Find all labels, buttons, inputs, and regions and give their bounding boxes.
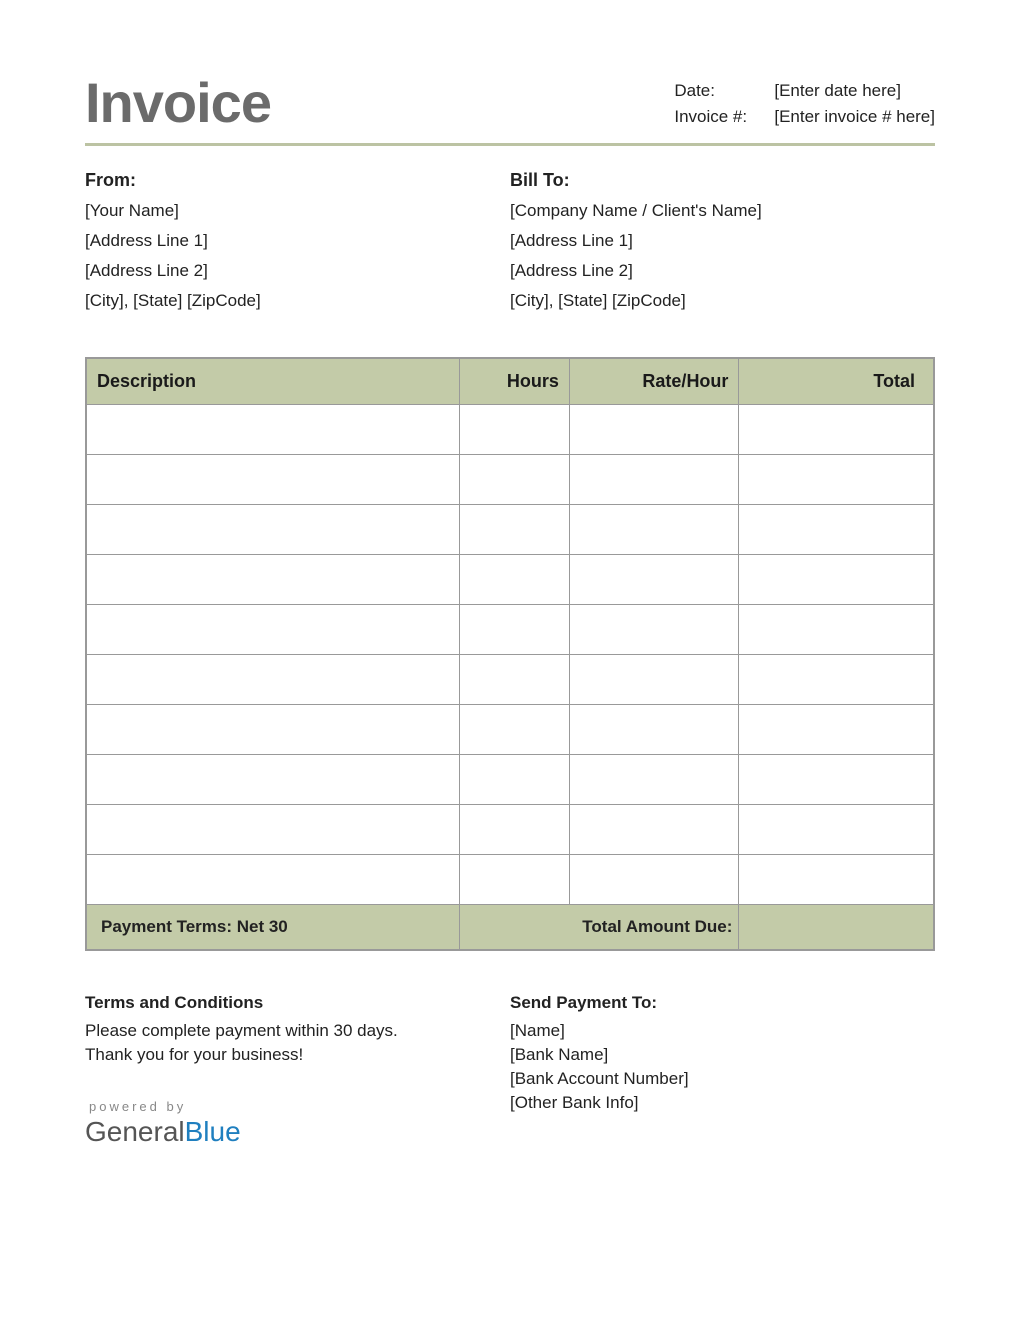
col-hours: Hours	[459, 358, 569, 405]
cell-total[interactable]	[739, 855, 934, 905]
cell-description[interactable]	[86, 755, 459, 805]
billto-name[interactable]: [Company Name / Client's Name]	[510, 201, 935, 221]
col-rate: Rate/Hour	[569, 358, 739, 405]
billto-addr2[interactable]: [Address Line 2]	[510, 261, 935, 281]
from-addr2[interactable]: [Address Line 2]	[85, 261, 510, 281]
cell-hours[interactable]	[459, 405, 569, 455]
table-row	[86, 855, 934, 905]
total-due-label: Total Amount Due:	[459, 905, 739, 951]
terms-line2: Thank you for your business!	[85, 1045, 510, 1065]
parties: From: [Your Name] [Address Line 1] [Addr…	[85, 170, 935, 321]
payto-block: Send Payment To: [Name] [Bank Name] [Ban…	[510, 993, 935, 1148]
brand-part2: Blue	[185, 1116, 241, 1147]
cell-rate[interactable]	[569, 655, 739, 705]
cell-description[interactable]	[86, 505, 459, 555]
cell-description[interactable]	[86, 855, 459, 905]
cell-rate[interactable]	[569, 505, 739, 555]
cell-rate[interactable]	[569, 705, 739, 755]
table-row	[86, 755, 934, 805]
table-row	[86, 455, 934, 505]
cell-hours[interactable]	[459, 805, 569, 855]
cell-hours[interactable]	[459, 505, 569, 555]
cell-rate[interactable]	[569, 455, 739, 505]
cell-description[interactable]	[86, 805, 459, 855]
cell-hours[interactable]	[459, 555, 569, 605]
branding: powered by GeneralBlue	[85, 1099, 510, 1148]
cell-description[interactable]	[86, 655, 459, 705]
table-row	[86, 505, 934, 555]
cell-description[interactable]	[86, 605, 459, 655]
terms-heading: Terms and Conditions	[85, 993, 510, 1013]
cell-hours[interactable]	[459, 605, 569, 655]
cell-description[interactable]	[86, 455, 459, 505]
cell-total[interactable]	[739, 455, 934, 505]
cell-hours[interactable]	[459, 755, 569, 805]
cell-total[interactable]	[739, 655, 934, 705]
invoice-number-label: Invoice #:	[674, 107, 756, 127]
col-description: Description	[86, 358, 459, 405]
table-row	[86, 805, 934, 855]
billto-addr1[interactable]: [Address Line 1]	[510, 231, 935, 251]
powered-by-label: powered by	[89, 1099, 510, 1114]
date-label: Date:	[674, 81, 756, 101]
cell-total[interactable]	[739, 555, 934, 605]
from-heading: From:	[85, 170, 510, 191]
bottom-section: Terms and Conditions Please complete pay…	[85, 993, 935, 1148]
invoice-title: Invoice	[85, 70, 271, 135]
cell-rate[interactable]	[569, 805, 739, 855]
table-row	[86, 605, 934, 655]
payto-heading: Send Payment To:	[510, 993, 935, 1013]
cell-rate[interactable]	[569, 605, 739, 655]
from-block: From: [Your Name] [Address Line 1] [Addr…	[85, 170, 510, 321]
cell-rate[interactable]	[569, 405, 739, 455]
billto-heading: Bill To:	[510, 170, 935, 191]
table-footer-row: Payment Terms: Net 30 Total Amount Due:	[86, 905, 934, 951]
invoice-number-value[interactable]: [Enter invoice # here]	[774, 107, 935, 127]
billto-city[interactable]: [City], [State] [ZipCode]	[510, 291, 935, 311]
cell-rate[interactable]	[569, 755, 739, 805]
col-total: Total	[739, 358, 934, 405]
invoice-meta: Date: [Enter date here] Invoice #: [Ente…	[674, 81, 935, 135]
brand-part1: General	[85, 1116, 185, 1147]
cell-hours[interactable]	[459, 705, 569, 755]
from-name[interactable]: [Your Name]	[85, 201, 510, 221]
table-row	[86, 555, 934, 605]
from-addr1[interactable]: [Address Line 1]	[85, 231, 510, 251]
date-value[interactable]: [Enter date here]	[774, 81, 901, 101]
total-due-value	[739, 905, 934, 951]
table-row	[86, 655, 934, 705]
table-row	[86, 405, 934, 455]
cell-description[interactable]	[86, 555, 459, 605]
cell-total[interactable]	[739, 805, 934, 855]
cell-total[interactable]	[739, 705, 934, 755]
cell-description[interactable]	[86, 705, 459, 755]
table-row	[86, 705, 934, 755]
cell-hours[interactable]	[459, 655, 569, 705]
cell-hours[interactable]	[459, 855, 569, 905]
cell-total[interactable]	[739, 405, 934, 455]
cell-total[interactable]	[739, 505, 934, 555]
header: Invoice Date: [Enter date here] Invoice …	[85, 70, 935, 146]
items-table: Description Hours Rate/Hour Total Paymen…	[85, 357, 935, 951]
brand-name: GeneralBlue	[85, 1116, 510, 1148]
cell-hours[interactable]	[459, 455, 569, 505]
table-header-row: Description Hours Rate/Hour Total	[86, 358, 934, 405]
cell-rate[interactable]	[569, 855, 739, 905]
from-city[interactable]: [City], [State] [ZipCode]	[85, 291, 510, 311]
cell-total[interactable]	[739, 605, 934, 655]
cell-total[interactable]	[739, 755, 934, 805]
terms-line1: Please complete payment within 30 days.	[85, 1021, 510, 1041]
payto-other[interactable]: [Other Bank Info]	[510, 1093, 935, 1113]
payment-terms: Payment Terms: Net 30	[86, 905, 459, 951]
payto-bank[interactable]: [Bank Name]	[510, 1045, 935, 1065]
billto-block: Bill To: [Company Name / Client's Name] …	[510, 170, 935, 321]
cell-description[interactable]	[86, 405, 459, 455]
payto-account[interactable]: [Bank Account Number]	[510, 1069, 935, 1089]
cell-rate[interactable]	[569, 555, 739, 605]
payto-name[interactable]: [Name]	[510, 1021, 935, 1041]
terms-block: Terms and Conditions Please complete pay…	[85, 993, 510, 1148]
